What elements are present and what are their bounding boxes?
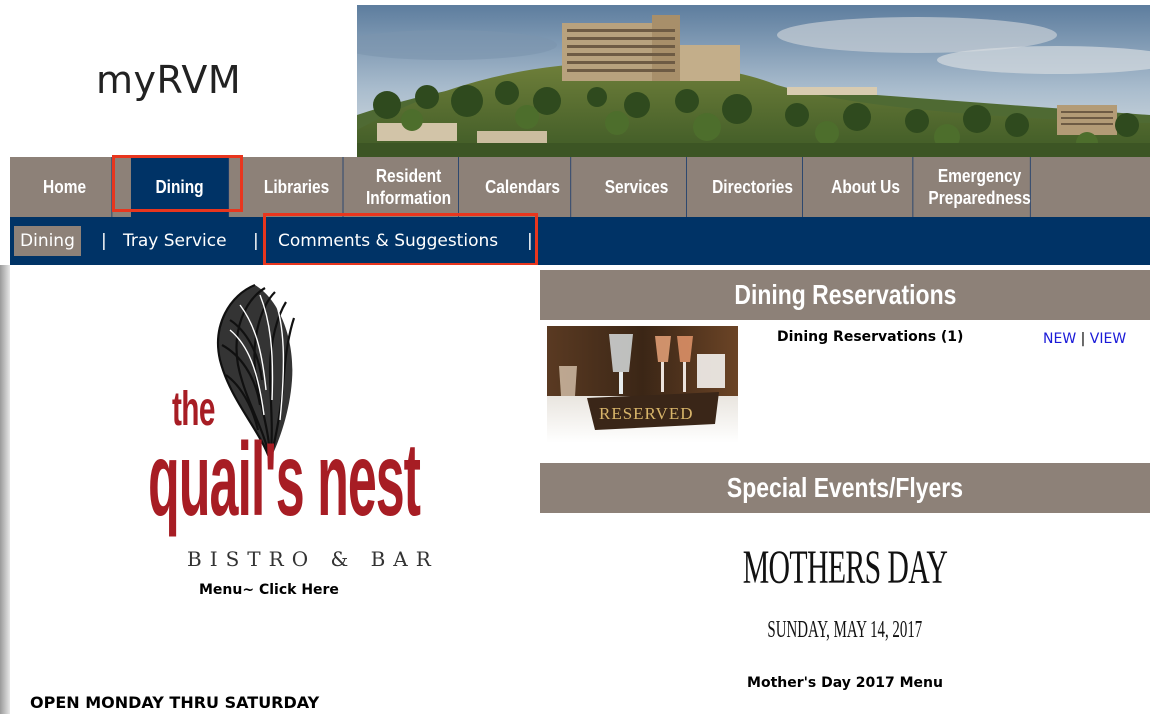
subnav-separator: | — [101, 231, 107, 251]
mothers-day-flyer-date: SUNDAY, MAY 14, 2017 — [767, 617, 923, 643]
subnav-separator: | — [253, 231, 259, 251]
logo-bistro-bar-text: BISTRO & BAR — [187, 547, 439, 571]
subnav-tray-service[interactable]: Tray Service — [123, 217, 227, 265]
nav-resident-information[interactable]: Resident Information — [359, 157, 459, 217]
nav-about-us[interactable]: About Us — [819, 157, 914, 217]
special-events-header: Special Events/Flyers — [540, 463, 1150, 513]
mothers-day-flyer-title[interactable]: MOTHERS DAY — [540, 540, 1150, 595]
page-edge-shadow — [0, 265, 10, 714]
nav-directories[interactable]: Directories — [703, 157, 803, 217]
reserved-table-photo: RESERVED — [547, 326, 738, 443]
reservation-links: NEW | VIEW — [1043, 331, 1126, 347]
menu-click-here-link[interactable]: Menu~ Click Here — [199, 582, 339, 598]
highlight-box-dining — [112, 155, 243, 212]
dining-reservations-title: Dining Reservations (1) — [777, 329, 964, 345]
nav-libraries[interactable]: Libraries — [251, 157, 344, 217]
new-reservation-link[interactable]: NEW — [1043, 331, 1076, 347]
nav-services[interactable]: Services — [587, 157, 687, 217]
mothers-day-menu-link[interactable]: Mother's Day 2017 Menu — [540, 675, 1150, 691]
page: myRVM Home Dining Libraries Resident Inf… — [0, 0, 1150, 714]
header-banner-image — [357, 5, 1150, 157]
nav-calendars[interactable]: Calendars — [475, 157, 572, 217]
logo-quails-nest-text[interactable]: quail's nest — [148, 420, 421, 540]
link-separator: | — [1080, 331, 1086, 347]
reserved-sign-text: RESERVED — [599, 404, 693, 423]
site-logo-area[interactable]: myRVM — [0, 0, 357, 157]
nav-home[interactable]: Home — [18, 157, 113, 217]
highlight-box-comments — [263, 213, 538, 266]
dining-reservations-header: Dining Reservations — [540, 270, 1150, 320]
sub-nav: Dining | Tray Service | Comments & Sugge… — [10, 217, 1150, 265]
hours-heading: OPEN MONDAY THRU SATURDAY — [30, 693, 320, 712]
subnav-dining[interactable]: Dining — [14, 226, 81, 256]
nav-emergency-preparedness[interactable]: Emergency Preparedness — [928, 157, 1031, 217]
hillside-building-photo — [357, 5, 1150, 157]
view-reservations-link[interactable]: VIEW — [1090, 331, 1126, 347]
site-logo[interactable]: myRVM — [96, 58, 241, 102]
